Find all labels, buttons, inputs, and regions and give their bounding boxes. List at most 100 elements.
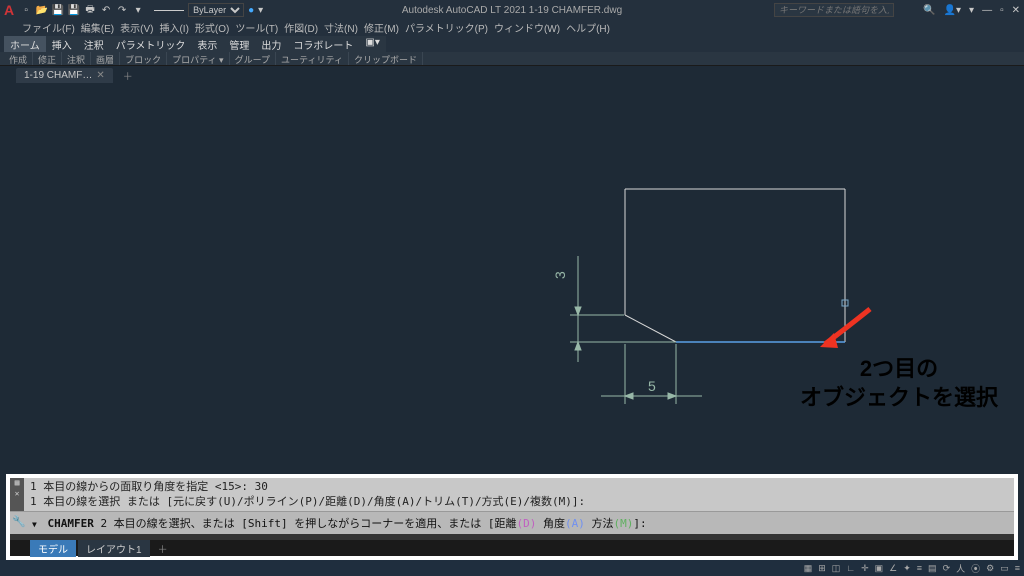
search-box bbox=[774, 3, 894, 17]
status-lwt-icon[interactable]: ≡ bbox=[917, 563, 922, 573]
redo-icon[interactable]: ↷ bbox=[116, 4, 128, 16]
tab-model[interactable]: モデル bbox=[30, 540, 76, 557]
model-layout-tabs: モデル レイアウト1 ＋ bbox=[10, 540, 1014, 556]
save-icon[interactable]: 💾 bbox=[52, 4, 64, 16]
tab-add-layout-icon[interactable]: ＋ bbox=[152, 541, 174, 556]
layer-more-icon[interactable]: ▾ bbox=[258, 5, 263, 16]
annotation-text: 2つ目の オブジェクトを選択 bbox=[800, 355, 998, 412]
ribbon-tab-parametric[interactable]: パラメトリック bbox=[110, 36, 192, 52]
opt-distance[interactable]: 距離(D) bbox=[495, 517, 537, 530]
ribbon-tab-insert[interactable]: 挿入 bbox=[46, 36, 78, 52]
minimize-icon[interactable]: — bbox=[982, 5, 992, 16]
undo-icon[interactable]: ↶ bbox=[100, 4, 112, 16]
status-otrack-icon[interactable]: ∠ bbox=[889, 563, 897, 574]
menu-format[interactable]: 形式(O) bbox=[193, 20, 231, 36]
menu-insert[interactable]: 挿入(I) bbox=[157, 20, 190, 36]
menu-view[interactable]: 表示(V) bbox=[118, 20, 155, 36]
ribbon-tab-manage[interactable]: 管理 bbox=[223, 36, 255, 52]
panel-modify[interactable]: 修正 bbox=[33, 52, 62, 65]
panel-groups[interactable]: グループ bbox=[230, 52, 276, 65]
help-icon[interactable]: ▾ bbox=[969, 5, 974, 16]
status-customize-icon[interactable]: ≡ bbox=[1015, 563, 1020, 573]
menu-parametric[interactable]: パラメトリック(P) bbox=[403, 20, 490, 36]
statusbar: ▦ ⊞ ◫ ∟ ✛ ▣ ∠ ✦ ≡ ▤ ⟳ 人 ⦿ ⚙ ▭ ≡ bbox=[0, 560, 1024, 576]
qat-more-icon[interactable]: ▾ bbox=[132, 4, 144, 16]
panel-create[interactable]: 作成 bbox=[4, 52, 33, 65]
annotation-line2: オブジェクトを選択 bbox=[800, 384, 998, 413]
titlebar-right: 🔍 👤▾ ▾ — ▫ ✕ bbox=[923, 5, 1020, 16]
menu-window[interactable]: ウィンドウ(W) bbox=[492, 20, 562, 36]
menu-edit[interactable]: 編集(E) bbox=[79, 20, 116, 36]
search-input[interactable] bbox=[774, 3, 894, 17]
status-transparency-icon[interactable]: ▤ bbox=[928, 563, 937, 574]
status-cycling-icon[interactable]: ⟳ bbox=[943, 563, 951, 574]
menu-file[interactable]: ファイル(F) bbox=[20, 20, 77, 36]
panel-properties[interactable]: プロパティ ▾ bbox=[167, 52, 229, 65]
menu-dimension[interactable]: 寸法(N) bbox=[322, 20, 360, 36]
ribbon-tab-view[interactable]: 表示 bbox=[191, 36, 223, 52]
signin-icon[interactable]: 👤▾ bbox=[944, 5, 961, 16]
command-input-line[interactable]: 🔧 ▼ CHAMFER 2 本目の線を選択、または [Shift] を押しながら… bbox=[10, 511, 1014, 534]
window-title: Autodesk AutoCAD LT 2021 1-19 CHAMFER.dw… bbox=[402, 5, 622, 16]
customize-icon[interactable]: 🔧 bbox=[12, 515, 26, 528]
saveas-icon[interactable]: 💾 bbox=[68, 4, 80, 16]
close-icon[interactable]: ✕ bbox=[1012, 5, 1020, 16]
history-line: 1 本目の線を選択 または [元に戻す(U)/ポリライン(P)/距離(D)/角度… bbox=[30, 495, 1010, 509]
command-text-end: ]: bbox=[633, 517, 646, 530]
layer-control: ByLayer ● ▾ bbox=[154, 3, 263, 17]
file-tab[interactable]: 1-19 CHAMF… ✕ bbox=[16, 68, 113, 83]
restore-icon[interactable]: ▫ bbox=[1000, 5, 1004, 16]
app-logo: A bbox=[4, 2, 14, 18]
panel-clipboard[interactable]: クリップボード bbox=[349, 52, 423, 65]
ribbon-tab-annotate[interactable]: 注釈 bbox=[78, 36, 110, 52]
ribbon-tab-collaborate[interactable]: コラボレート bbox=[287, 36, 359, 52]
status-ortho-icon[interactable]: ∟ bbox=[846, 563, 855, 573]
file-tab-add-icon[interactable]: ＋ bbox=[117, 68, 139, 83]
menu-draw[interactable]: 作図(D) bbox=[282, 20, 320, 36]
opt-angle[interactable]: 角度(A) bbox=[536, 517, 585, 530]
ribbon-tabs: ホーム 挿入 注釈 パラメトリック 表示 管理 出力 コラボレート ▣▾ bbox=[0, 36, 1024, 52]
status-osnap-icon[interactable]: ▣ bbox=[875, 563, 884, 574]
command-name: CHAMFER bbox=[47, 517, 93, 530]
status-workspace-icon[interactable]: ⚙ bbox=[986, 563, 994, 574]
titlebar: A ▫ 📂 💾 💾 🖶 ↶ ↷ ▾ ByLayer ● ▾ Autodesk A… bbox=[0, 0, 1024, 20]
status-grid-icon[interactable]: ⊞ bbox=[818, 563, 826, 574]
tab-layout1[interactable]: レイアウト1 bbox=[78, 540, 150, 557]
file-tab-label: 1-19 CHAMF… bbox=[24, 70, 92, 81]
ribbon-tab-home[interactable]: ホーム bbox=[4, 36, 46, 52]
panel-layers[interactable]: 画層 bbox=[91, 52, 120, 65]
layer-dropdown[interactable]: ByLayer bbox=[188, 3, 244, 17]
file-tabs: 1-19 CHAMF… ✕ ＋ bbox=[0, 66, 1024, 84]
command-text: 2 本目の線を選択、または [Shift] を押しながらコーナーを適用、または … bbox=[100, 517, 494, 530]
layer-color-icon[interactable]: ● bbox=[248, 5, 254, 16]
quick-access-toolbar: ▫ 📂 💾 💾 🖶 ↶ ↷ ▾ bbox=[20, 4, 144, 16]
search-icon[interactable]: 🔍 bbox=[923, 5, 935, 16]
status-annoscale-icon[interactable]: 人 bbox=[956, 562, 965, 575]
ribbon-tab-more[interactable]: ▣▾ bbox=[359, 36, 385, 52]
panel-annotation[interactable]: 注釈 bbox=[62, 52, 91, 65]
ribbon-tab-output[interactable]: 出力 bbox=[255, 36, 287, 52]
linetype-preview bbox=[154, 10, 184, 11]
status-dyn-icon[interactable]: ✦ bbox=[903, 563, 911, 574]
command-area: ▦✕ 1 本目の線からの面取り角度を指定 <15>: 30 1 本目の線を選択 … bbox=[6, 474, 1018, 560]
command-history-gutter: ▦✕ bbox=[10, 478, 24, 511]
dimension-3: 3 bbox=[552, 271, 568, 279]
menu-tools[interactable]: ツール(T) bbox=[233, 20, 280, 36]
status-model-icon[interactable]: ▦ bbox=[804, 563, 813, 574]
panel-block[interactable]: ブロック bbox=[120, 52, 167, 65]
file-tab-close-icon[interactable]: ✕ bbox=[96, 70, 104, 81]
status-annovisibility-icon[interactable]: ⦿ bbox=[971, 562, 980, 575]
status-snap-icon[interactable]: ◫ bbox=[832, 563, 841, 574]
command-history: ▦✕ 1 本目の線からの面取り角度を指定 <15>: 30 1 本目の線を選択 … bbox=[10, 478, 1014, 511]
panel-utilities[interactable]: ユーティリティ bbox=[276, 52, 349, 65]
status-polar-icon[interactable]: ✛ bbox=[861, 563, 869, 574]
new-icon[interactable]: ▫ bbox=[20, 4, 32, 16]
command-prompt-icon: ▼ bbox=[32, 520, 37, 529]
plot-icon[interactable]: 🖶 bbox=[84, 4, 96, 16]
menu-modify[interactable]: 修正(M) bbox=[362, 20, 401, 36]
opt-method[interactable]: 方法(M) bbox=[585, 517, 634, 530]
menu-help[interactable]: ヘルプ(H) bbox=[564, 20, 612, 36]
dimension-5: 5 bbox=[648, 378, 656, 394]
open-icon[interactable]: 📂 bbox=[36, 4, 48, 16]
status-clean-icon[interactable]: ▭ bbox=[1000, 563, 1009, 574]
